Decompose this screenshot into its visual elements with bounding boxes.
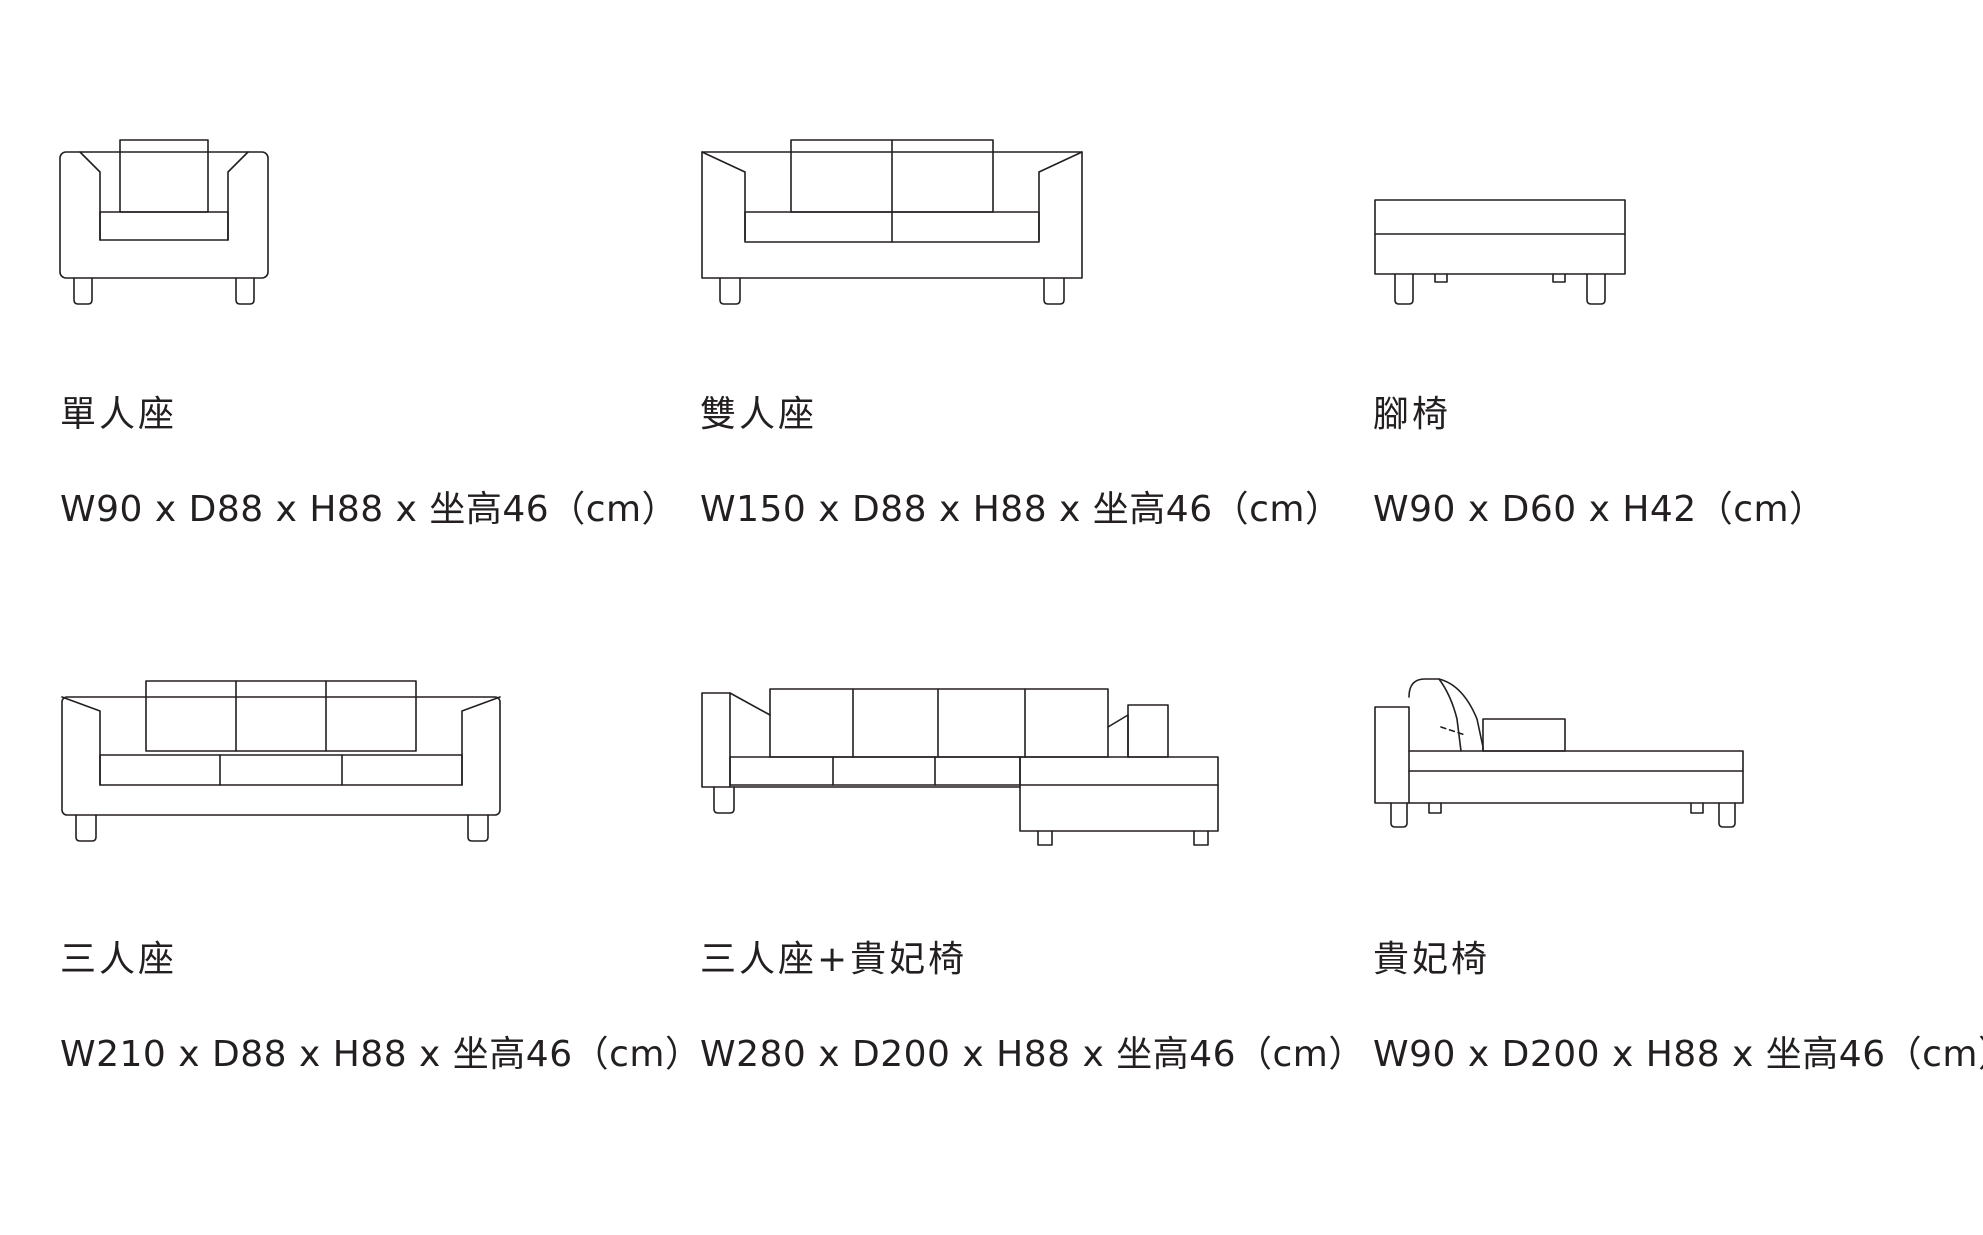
sofa-item-three-seat: 三人座 W210 x D88 x H88 x 坐高46（cm） <box>60 675 702 1235</box>
sofa-item-footstool: 腳椅 W90 x D60 x H42（cm） <box>1373 130 1983 690</box>
sofa-dimensions: W90 x D88 x H88 x 坐高46（cm） <box>60 489 679 530</box>
sofa-item-three-seat-chaise: 三人座+貴妃椅 W280 x D200 x H88 x 坐高46（cm） <box>700 675 1364 1235</box>
sofa-item-chaise: 貴妃椅 W90 x D200 x H88 x 坐高46（cm） <box>1373 675 1983 1235</box>
sofa-name: 雙人座 <box>700 394 818 435</box>
sofa-name: 腳椅 <box>1373 394 1452 435</box>
single-seat-sofa-icon <box>59 139 269 305</box>
sofa-dimensions: W150 x D88 x H88 x 坐高46（cm） <box>700 489 1342 530</box>
sofa-name: 三人座+貴妃椅 <box>700 939 968 980</box>
two-seat-sofa-icon <box>701 139 1083 305</box>
sofa-dimensions: W280 x D200 x H88 x 坐高46（cm） <box>700 1034 1365 1075</box>
sofa-item-two-seat: 雙人座 W150 x D88 x H88 x 坐高46（cm） <box>700 130 1342 690</box>
sofa-item-single: 單人座 W90 x D88 x H88 x 坐高46（cm） <box>59 130 700 690</box>
sofa-dimensions: W210 x D88 x H88 x 坐高46（cm） <box>60 1034 702 1075</box>
chaise-longue-icon <box>1374 678 1744 828</box>
sofa-name: 單人座 <box>60 394 178 435</box>
three-seat-sofa-with-chaise-icon <box>701 688 1219 846</box>
footstool-icon <box>1374 199 1626 305</box>
sofa-dimensions: W90 x D200 x H88 x 坐高46（cm） <box>1373 1034 1983 1075</box>
sofa-dimensions: W90 x D60 x H42（cm） <box>1373 489 1826 530</box>
three-seat-sofa-icon <box>61 680 501 842</box>
sofa-name: 貴妃椅 <box>1373 939 1491 980</box>
sofa-name: 三人座 <box>60 939 178 980</box>
